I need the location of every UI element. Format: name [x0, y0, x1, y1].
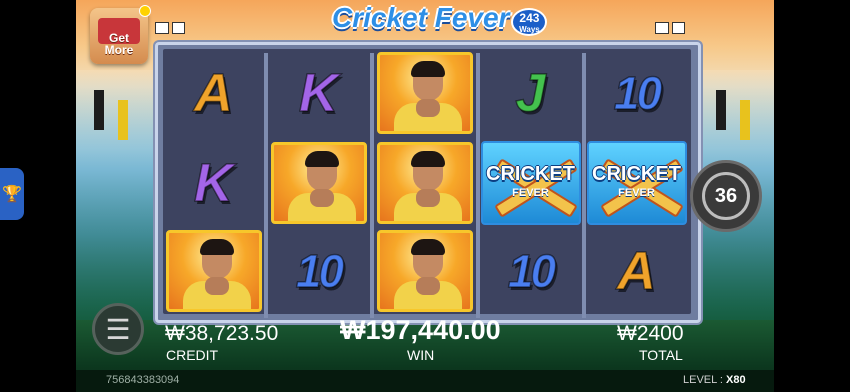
- card-symbol-k: K: [163, 141, 264, 225]
- wild-subtitle: FEVER: [512, 187, 549, 199]
- game-logo: Cricket Fever 243 Ways: [332, 2, 548, 42]
- level-value: X80: [726, 374, 746, 386]
- credit-label: CREDIT: [166, 347, 219, 363]
- player-symbol: [374, 229, 475, 313]
- cricketer-icon: [376, 230, 473, 312]
- card-symbol-a: A: [163, 51, 264, 135]
- reel-frame: A K J 10 K CRICKET FEVER CRICKET FEVER 10 10 A: [155, 42, 701, 323]
- cricketer-icon: [270, 142, 367, 224]
- card-symbol-10: 10: [268, 229, 369, 313]
- player-symbol: [374, 141, 475, 225]
- card-symbol-a: A: [586, 229, 687, 313]
- win-label: WIN: [407, 347, 435, 363]
- get-more-label: Get More: [104, 31, 134, 57]
- floodlight-icon: [655, 22, 685, 36]
- player-symbol: [268, 141, 369, 225]
- wild-title: CRICKET: [486, 163, 575, 185]
- level-label: LEVEL :: [683, 374, 723, 386]
- card-symbol-k: K: [268, 51, 369, 135]
- symbol-letter: K: [193, 152, 234, 214]
- right-letterbox: [774, 0, 850, 392]
- symbol-letter: A: [193, 62, 234, 124]
- credit-value: ₩38,723.50: [165, 322, 279, 345]
- symbol-letter: J: [515, 62, 547, 124]
- ways-number: 243: [519, 11, 540, 25]
- symbol-letter: 10: [507, 244, 557, 298]
- game-screen: Cricket Fever 243 Ways Get More 🏆 A K J 10 K…: [0, 0, 850, 392]
- card-symbol-10: 10: [480, 229, 581, 313]
- symbol-letter: A: [616, 240, 657, 302]
- trophy-button[interactable]: 🏆: [0, 168, 24, 220]
- total-bet-value: ₩2400: [617, 322, 684, 345]
- ways-word: Ways: [519, 25, 540, 34]
- total-bet-label: TOTAL: [639, 347, 683, 363]
- get-more-button[interactable]: Get More: [90, 5, 151, 64]
- cricketer-icon: [165, 230, 262, 312]
- flag-icon: [740, 100, 750, 140]
- wild-symbol: CRICKET FEVER: [586, 141, 687, 225]
- player-symbol: [374, 51, 475, 135]
- symbol-letter: K: [298, 62, 339, 124]
- win-value: ₩197,440.00: [340, 315, 501, 345]
- floodlight-icon: [155, 22, 185, 36]
- reel-area: A K J 10 K CRICKET FEVER CRICKET FEVER 10 10 A: [163, 49, 691, 318]
- card-symbol-j: J: [480, 51, 581, 135]
- logo-title: Cricket Fever: [332, 2, 510, 33]
- symbol-letter: 10: [613, 66, 663, 120]
- trophy-icon: 🏆: [2, 186, 22, 203]
- cricketer-icon: [376, 52, 473, 134]
- cricketer-icon: [376, 142, 473, 224]
- flag-icon: [716, 90, 726, 130]
- autospin-button[interactable]: 36: [690, 160, 762, 232]
- footer-strip: [76, 370, 774, 392]
- crossed-bats-icon: CRICKET FEVER: [480, 141, 581, 225]
- notification-dot: [139, 5, 151, 17]
- wild-symbol: CRICKET FEVER: [480, 141, 581, 225]
- wild-title: CRICKET: [592, 163, 681, 185]
- autospin-count: 36: [714, 184, 738, 207]
- spin-ring: 36: [702, 172, 750, 220]
- player-symbol: [163, 229, 264, 313]
- wild-subtitle: FEVER: [618, 187, 655, 199]
- ways-badge: 243 Ways: [511, 8, 548, 36]
- flag-icon: [118, 100, 128, 140]
- menu-button[interactable]: ☰: [92, 303, 144, 355]
- card-symbol-10: 10: [586, 51, 687, 135]
- crossed-bats-icon: CRICKET FEVER: [586, 141, 687, 225]
- symbol-letter: 10: [295, 244, 345, 298]
- transaction-id: 756843383094: [106, 374, 180, 386]
- level-indicator: LEVEL : X80: [683, 374, 746, 386]
- flag-icon: [94, 90, 104, 130]
- hamburger-icon: ☰: [105, 313, 131, 345]
